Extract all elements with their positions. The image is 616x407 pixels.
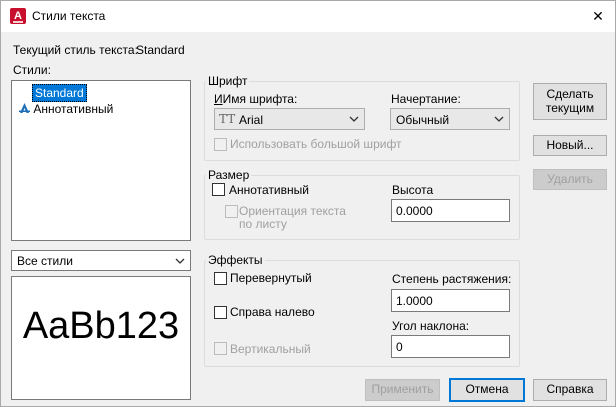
use-bigfont-label: Использовать большой шрифт (230, 137, 402, 151)
font-name-value: Arial (239, 113, 264, 127)
font-name-label: ИИмя шрифта: (214, 92, 298, 106)
backwards-label: Справа налево (230, 305, 315, 319)
help-button[interactable]: Справка (533, 379, 607, 401)
annotative-checkbox[interactable] (212, 183, 225, 196)
list-item-label: Standard (35, 86, 84, 100)
cancel-button[interactable]: Отмена (449, 378, 525, 402)
chevron-down-icon (349, 116, 359, 122)
set-current-label-2: текущим (545, 100, 595, 115)
delete-style-label: Удалить (547, 171, 593, 186)
new-style-button[interactable]: Новый... (533, 135, 607, 156)
font-style-value: Обычный (396, 113, 450, 127)
size-group-title: Размер (206, 168, 252, 182)
width-factor-value: 1.0000 (396, 294, 433, 308)
height-label: Высота (392, 183, 434, 197)
styles-label: Стили: (13, 63, 51, 77)
set-current-button[interactable]: Сделать текущим (533, 83, 607, 120)
set-current-label-1: Сделать (546, 86, 594, 101)
close-icon[interactable]: ✕ (581, 1, 615, 32)
width-factor-input[interactable]: 1.0000 (391, 289, 510, 312)
new-style-label: Новый... (546, 137, 594, 152)
annotative-label: Аннотативный (229, 183, 309, 197)
apply-button[interactable]: Применить (365, 379, 440, 401)
apply-label: Применить (371, 382, 434, 397)
current-style-value: Standard (136, 43, 185, 57)
vertical-checkbox[interactable] (214, 342, 227, 355)
list-item-standard[interactable]: Standard (32, 84, 87, 102)
styles-list[interactable]: Standard Аннотативный (11, 80, 191, 241)
truetype-icon: TT (219, 112, 236, 126)
font-style-label: Начертание: (391, 92, 461, 106)
chevron-down-icon (175, 258, 185, 264)
oblique-angle-value: 0 (396, 340, 403, 354)
preview-text: AaBb123 (22, 305, 180, 347)
styles-filter-value: Все стили (17, 254, 73, 268)
style-preview: AaBb123 (11, 276, 191, 400)
use-bigfont-checkbox[interactable] (214, 138, 227, 151)
current-style-label: Текущий стиль текста: (13, 43, 138, 57)
chevron-down-icon (494, 116, 504, 122)
orientation-checkbox[interactable] (225, 205, 238, 218)
backwards-checkbox[interactable] (214, 306, 227, 319)
upside-down-checkbox[interactable] (214, 272, 227, 285)
height-input[interactable]: 0.0000 (391, 199, 510, 222)
title-bar[interactable]: A Стили текста ✕ (1, 1, 615, 32)
annotative-icon (19, 103, 30, 113)
font-group-title: Шрифт (206, 74, 250, 88)
autocad-app-icon: A (10, 8, 26, 24)
styles-filter-select[interactable]: Все стили (11, 250, 191, 271)
list-item-label: Аннотативный (33, 102, 114, 116)
text-style-dialog: A Стили текста ✕ Текущий стиль текста: S… (0, 0, 616, 407)
vertical-label: Вертикальный (230, 342, 311, 356)
window-title: Стили текста (32, 9, 106, 23)
delete-style-button[interactable]: Удалить (533, 169, 607, 190)
width-factor-label: Степень растяжения: (392, 272, 512, 286)
orientation-label-line1: Ориентация текста (239, 204, 346, 218)
help-label: Справка (546, 382, 594, 397)
oblique-angle-input[interactable]: 0 (391, 335, 510, 358)
oblique-angle-label: Угол наклона: (392, 319, 470, 333)
height-value: 0.0000 (396, 204, 433, 218)
upside-down-label: Перевернутый (230, 271, 312, 285)
font-name-select[interactable]: TT Arial (214, 108, 365, 130)
effects-group-title: Эффекты (206, 253, 265, 267)
cancel-label: Отмена (465, 382, 509, 397)
font-style-select[interactable]: Обычный (390, 108, 510, 130)
list-item-annotative[interactable]: Аннотативный (19, 102, 113, 116)
orientation-label-line2: по листу (239, 217, 287, 231)
